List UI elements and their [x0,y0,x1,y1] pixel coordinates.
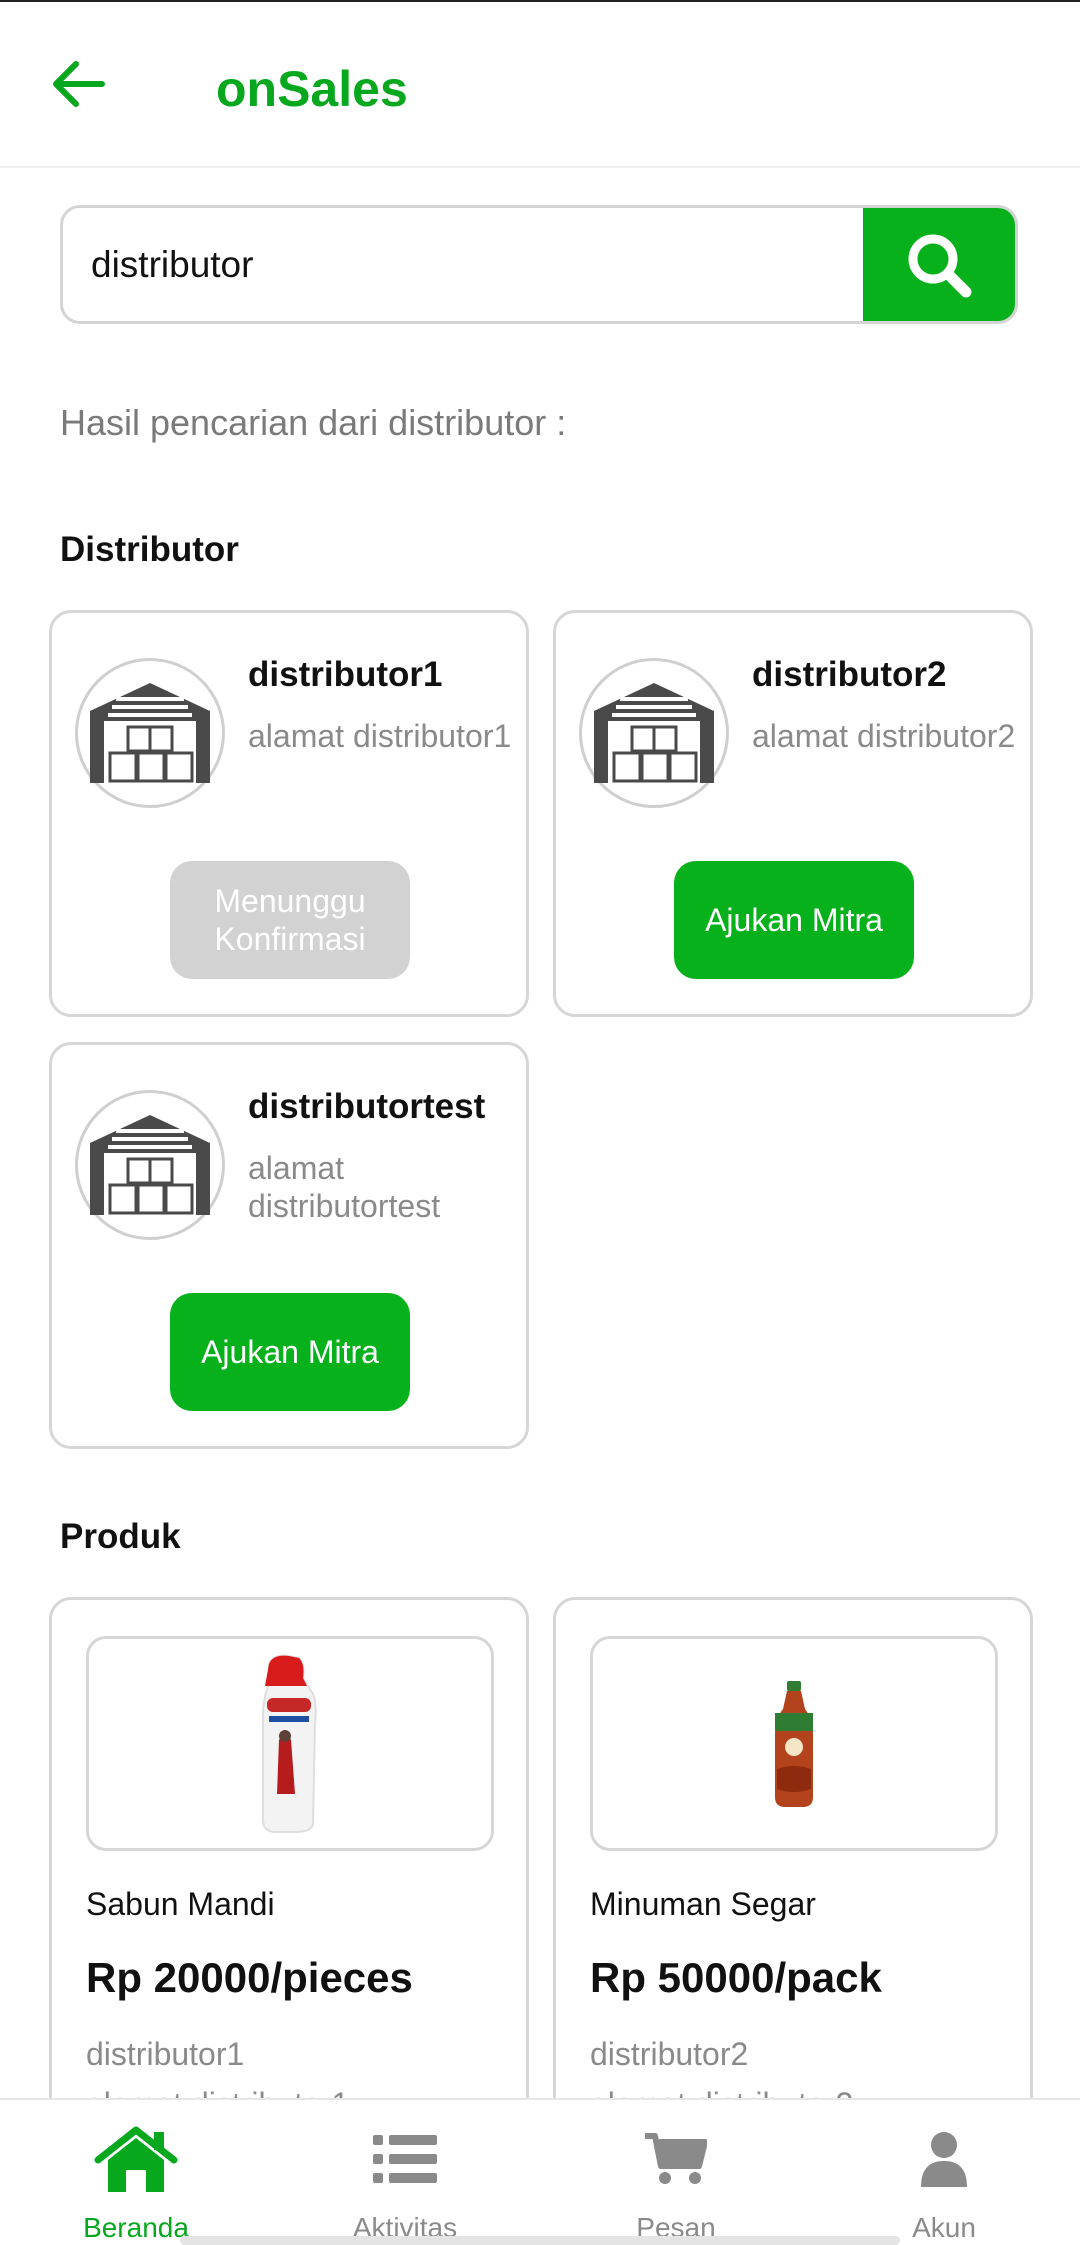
section-title-produk: Produk [60,1517,181,1556]
shampoo-bottle-icon [262,1654,317,1833]
product-name: Minuman Segar [590,1886,816,1922]
distributor-card[interactable]: distributortest alamat distributortest A… [49,1042,529,1449]
home-icon [94,2126,178,2192]
product-name: Sabun Mandi [86,1886,275,1922]
warehouse-icon [594,683,714,783]
nav-item-akun[interactable]: Akun [844,2100,1044,2245]
product-card[interactable]: Minuman Segar Rp 50000/pack distributor2… [553,1597,1033,2157]
avatar [75,658,225,808]
distributor-card[interactable]: distributor2 alamat distributor2 Ajukan … [553,610,1033,1017]
warehouse-icon [90,1115,210,1215]
distributor-address: alamat distributor2 [752,718,1016,754]
search-icon [908,234,972,297]
tea-bottle-icon [775,1680,813,1807]
search-input[interactable] [63,208,865,321]
distributor-name: distributor2 [752,655,947,694]
avatar [75,1090,225,1240]
result-caption: Hasil pencarian dari distributor : [60,402,567,443]
home-indicator [180,2236,900,2245]
apply-partner-button[interactable]: Ajukan Mitra [170,1293,410,1411]
list-icon [363,2126,447,2192]
distributor-address: alamat distributortest [248,1150,441,1224]
distributor-name: distributortest [248,1087,486,1126]
cart-icon [634,2126,718,2192]
app-bar: onSales [0,2,1080,168]
nav-item-beranda[interactable]: Beranda [36,2100,236,2245]
product-distributor: distributor2 [590,2036,749,2072]
app-title: onSales [216,61,408,117]
search-bar [60,205,1018,324]
product-image [590,1636,998,1851]
product-distributor: distributor1 [86,2036,245,2072]
warehouse-icon [90,683,210,783]
search-button[interactable] [863,208,1015,321]
section-title-distributor: Distributor [60,530,239,569]
apply-partner-button[interactable]: Ajukan Mitra [674,861,914,979]
bottom-navigation: Beranda Aktivitas Pesan Akun [0,2098,1080,2245]
avatar [579,658,729,808]
product-price: Rp 20000/pieces [86,1954,413,2001]
product-card[interactable]: Sabun Mandi Rp 20000/pieces distributor1… [49,1597,529,2157]
product-image [86,1636,494,1851]
nav-item-aktivitas[interactable]: Aktivitas [305,2100,505,2245]
back-button[interactable] [48,54,108,114]
distributor-name: distributor1 [248,655,443,694]
distributor-address: alamat distributor1 [248,718,512,754]
product-price: Rp 50000/pack [590,1954,882,2001]
arrow-left-icon [53,61,105,107]
pending-confirmation-button[interactable]: Menunggu Konfirmasi [170,861,410,979]
nav-item-pesan[interactable]: Pesan [576,2100,776,2245]
user-icon [902,2126,986,2192]
distributor-card[interactable]: distributor1 alamat distributor1 Menungg… [49,610,529,1017]
